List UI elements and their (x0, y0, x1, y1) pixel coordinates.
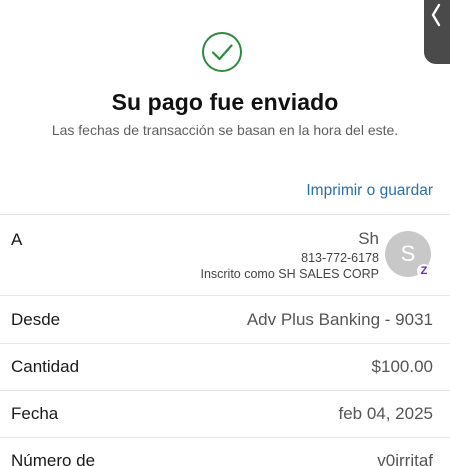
page-title: Su pago fue enviado (111, 89, 339, 115)
recipient-enrolled-name: Inscrito como SH SALES CORP (200, 267, 379, 281)
zelle-icon: Z (417, 264, 431, 278)
divider (0, 390, 450, 391)
print-or-save-link[interactable]: Imprimir o guardar (306, 182, 433, 200)
side-panel-handle[interactable] (424, 0, 450, 64)
divider (0, 214, 450, 215)
from-account-value: Adv Plus Banking - 9031 (246, 310, 433, 329)
confirmation-number-label: Número de (11, 451, 96, 466)
divider (0, 437, 450, 438)
recipient-phone: 813-772-6178 (301, 251, 379, 265)
chevron-left-icon (431, 3, 441, 27)
payment-confirmation-screen: Su pago fue enviado Las fechas de transa… (0, 0, 450, 466)
timezone-note: Las fechas de transacción se basan en la… (51, 122, 399, 138)
recipient-name: Sh (358, 229, 379, 248)
amount-value: $100.00 (371, 357, 433, 376)
recipient-label: A (11, 230, 23, 249)
amount-label: Cantidad (11, 357, 80, 376)
confirmation-number-value: v0irritaf (377, 451, 433, 466)
divider (0, 343, 450, 344)
date-label: Fecha (11, 404, 59, 423)
from-label: Desde (11, 310, 61, 329)
date-value: feb 04, 2025 (338, 404, 433, 423)
check-circle-icon (202, 32, 242, 72)
divider (0, 295, 450, 296)
